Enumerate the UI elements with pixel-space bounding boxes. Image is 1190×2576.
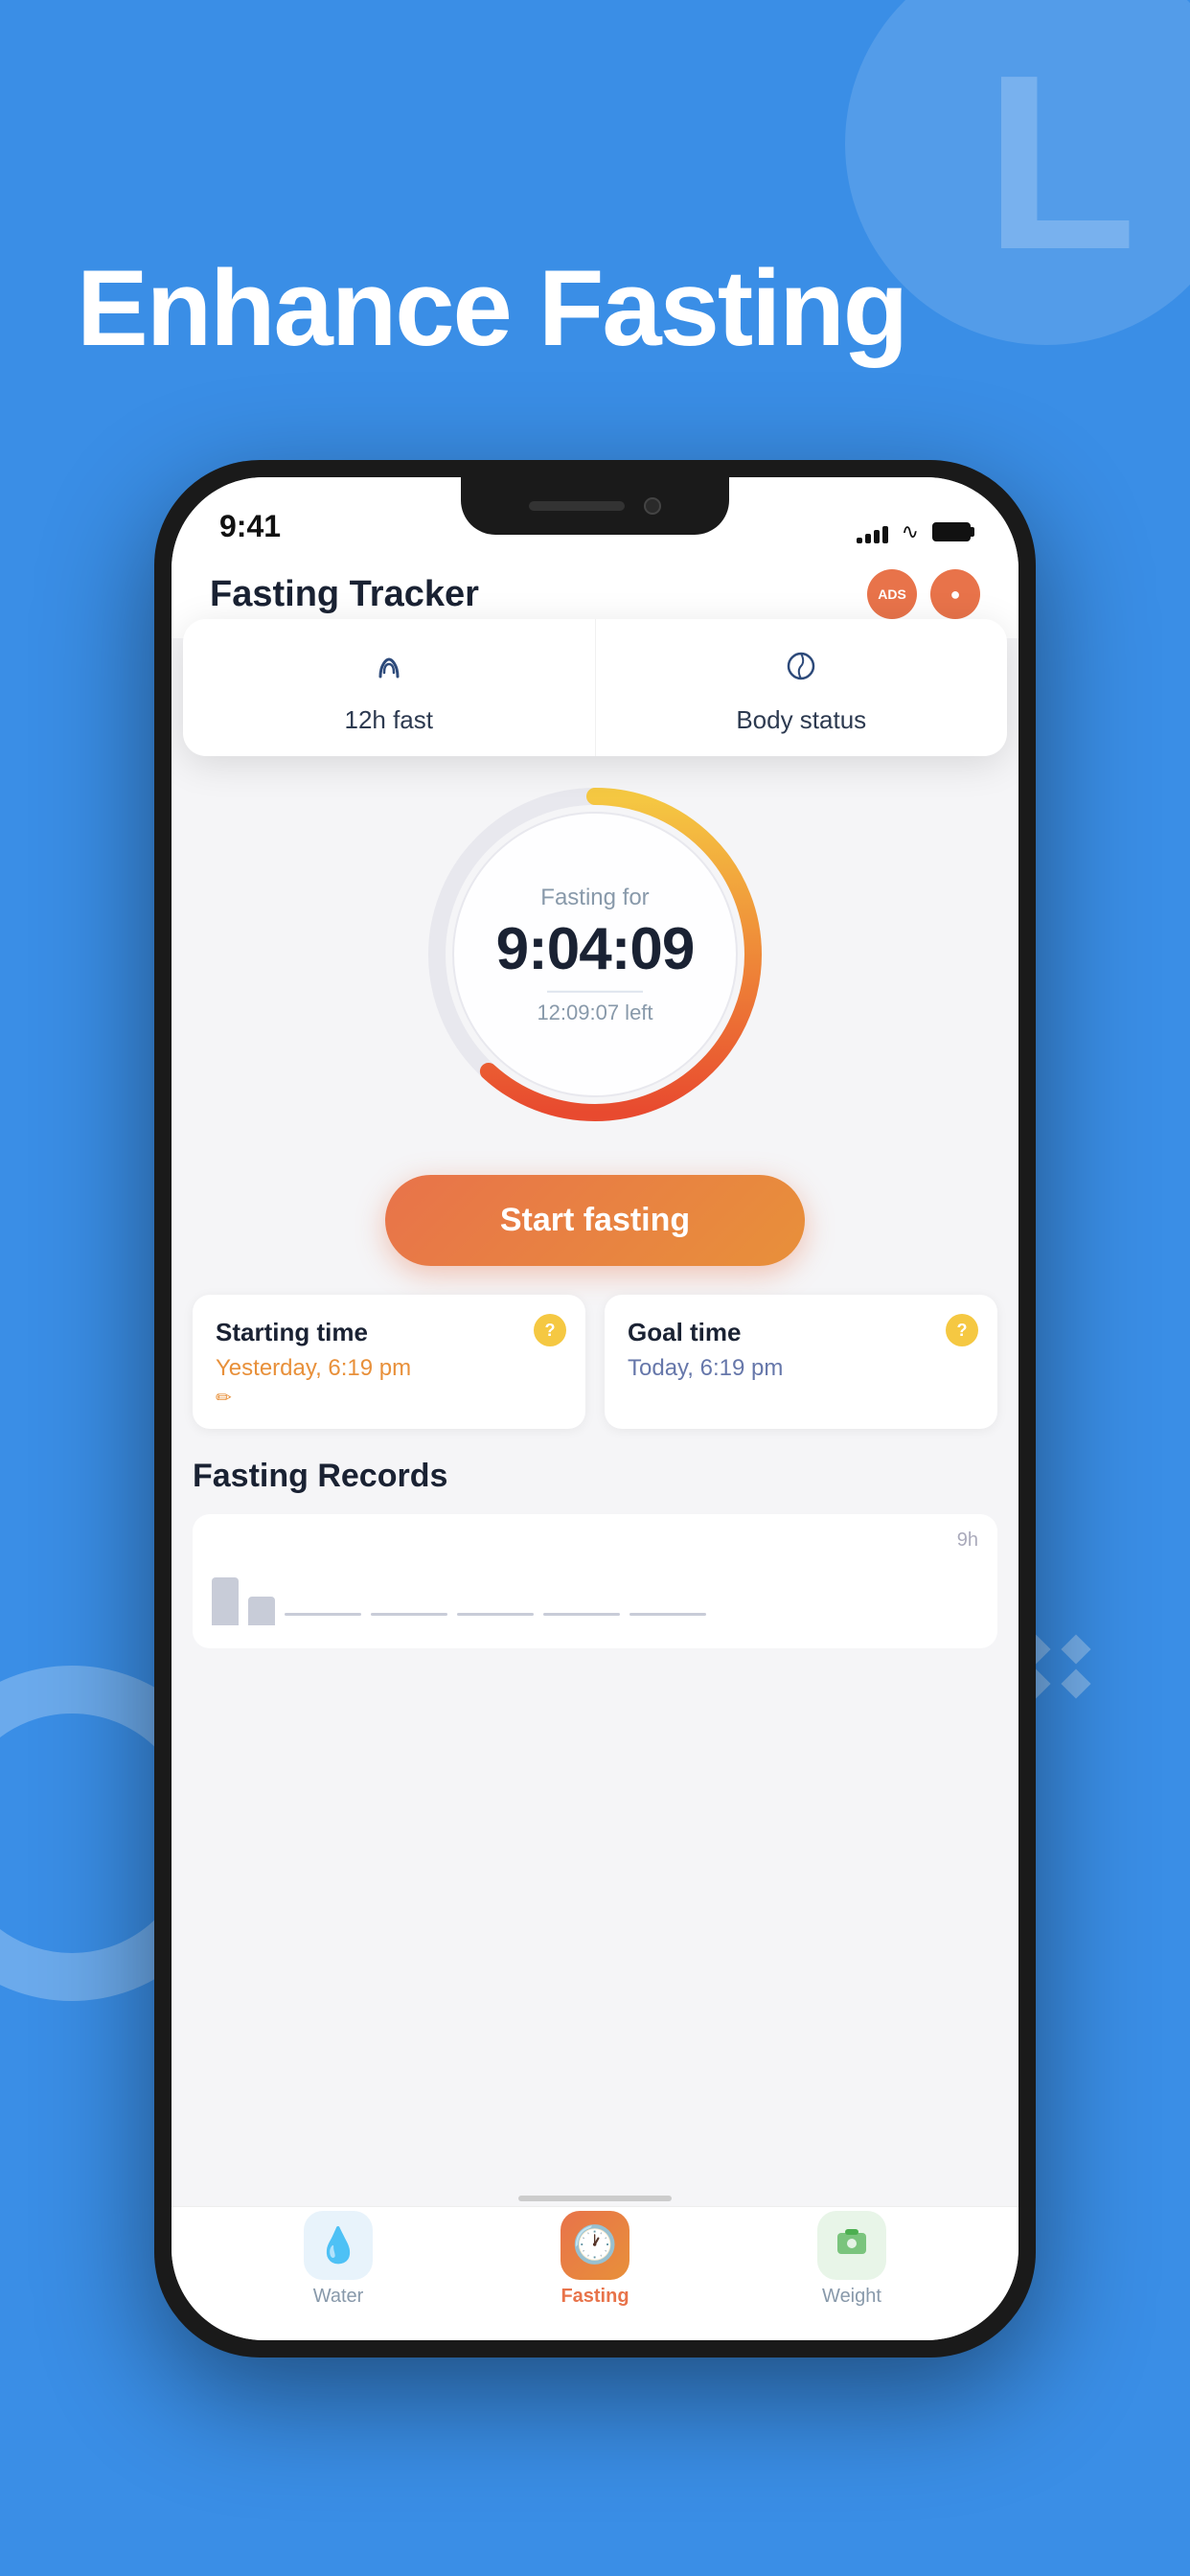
goal-time-value: Today, 6:19 pm [628,1355,974,1382]
ads-button[interactable]: ADS [867,569,917,619]
starting-time-card: Starting time Yesterday, 6:19 pm ✏ ? [193,1295,585,1429]
nav-item-weight[interactable]: Weight [817,2211,886,2308]
bottom-navigation: 💧 Water 🕐 Fasting [172,2206,1018,2340]
scroll-indicator [518,2196,672,2201]
status-icons: ∿ [857,519,971,544]
goal-time-title: Goal time [628,1318,974,1347]
water-nav-label: Water [313,2286,364,2308]
body-status-icon [781,646,821,696]
timer-section: Fasting for 9:04:09 12:09:07 left [413,734,777,1165]
starting-time-title: Starting time [216,1318,562,1347]
mode-tab-label-fast: 12h fast [344,705,433,735]
timer-time: 9:04:09 [461,915,729,983]
main-content: Fasting for 9:04:09 12:09:07 left Start … [172,715,1018,1648]
bg-diamonds [1025,1639,1133,1694]
battery-icon [932,522,971,541]
app-title: Fasting Tracker [210,574,479,615]
weight-nav-label: Weight [822,2286,881,2308]
mode-tab-label-body: Body status [736,705,866,735]
mode-selector-card: 12h fast Body status [183,619,1007,756]
weight-nav-icon [817,2211,886,2280]
record-button[interactable]: ● [930,569,980,619]
phone-mockup: 9:41 ∿ Fasting Tracker ADS ● [154,460,1036,2358]
fasting-clock-icon: 🕐 [572,2224,617,2266]
phone-notch [461,477,729,535]
water-nav-icon: 💧 [304,2211,373,2280]
status-time: 9:41 [219,509,281,544]
timer-circle: Fasting for 9:04:09 12:09:07 left [413,772,777,1137]
records-chart: 9h [193,1514,997,1648]
notch-camera [644,497,661,515]
chart-max-label: 9h [957,1530,978,1552]
nav-item-fasting[interactable]: 🕐 Fasting [561,2211,629,2308]
fasting-nav-icon: 🕐 [561,2211,629,2280]
edit-starting-time-icon[interactable]: ✏ [216,1386,562,1410]
notch-speaker [529,501,625,511]
start-fasting-button[interactable]: Start fasting [385,1175,805,1266]
goal-time-help-icon[interactable]: ? [946,1314,978,1346]
time-cards-row: Starting time Yesterday, 6:19 pm ✏ ? Goa… [193,1295,997,1429]
page-header-title: Enhance Fasting [77,249,906,367]
starting-time-help-icon[interactable]: ? [534,1314,566,1346]
nav-item-water[interactable]: 💧 Water [304,2211,373,2308]
water-icon: 💧 [317,2225,360,2266]
fast-icon [369,646,409,696]
weight-icon [834,2223,870,2268]
timer-display: Fasting for 9:04:09 12:09:07 left [461,885,729,1025]
bg-letter: L [985,38,1137,288]
records-title: Fasting Records [193,1458,997,1495]
mode-tab-12h-fast[interactable]: 12h fast [183,619,596,756]
records-section: Fasting Records 9h [193,1458,997,1648]
goal-time-card: Goal time Today, 6:19 pm ? [605,1295,997,1429]
signal-icon [857,520,888,543]
fasting-nav-label: Fasting [561,2286,629,2308]
timer-divider [547,991,643,993]
wifi-icon: ∿ [902,519,919,544]
fasting-for-label: Fasting for [461,885,729,911]
mode-tab-body-status[interactable]: Body status [596,619,1008,756]
timer-left: 12:09:07 left [461,1000,729,1024]
header-buttons: ADS ● [867,569,980,619]
starting-time-value: Yesterday, 6:19 pm [216,1355,562,1382]
